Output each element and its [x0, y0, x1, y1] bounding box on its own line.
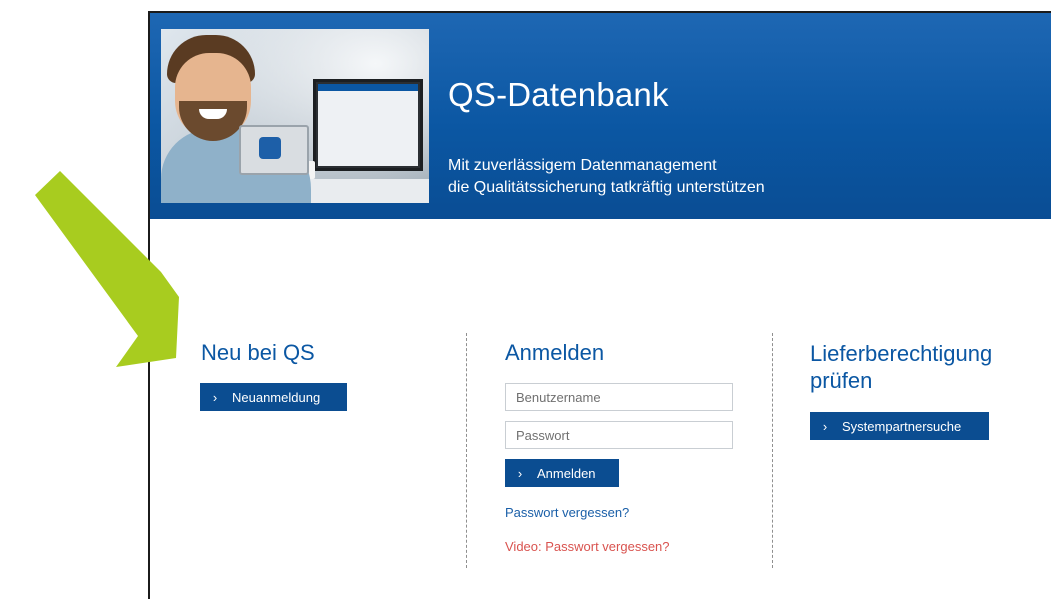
- new-registration-button-label: Neuanmeldung: [232, 389, 321, 405]
- subtitle-line-2: die Qualitätssicherung tatkräftig unters…: [448, 179, 765, 196]
- delivery-heading-line-1: Lieferberechtigung: [810, 341, 993, 366]
- qs-logo-icon: [259, 137, 281, 159]
- username-input[interactable]: [505, 383, 733, 411]
- forgot-password-link[interactable]: Passwort vergessen?: [505, 505, 629, 520]
- login-button-label: Anmelden: [537, 465, 596, 481]
- chevron-right-icon: ›: [822, 418, 828, 434]
- system-partner-search-label: Systempartnersuche: [842, 418, 962, 434]
- video-forgot-password-link[interactable]: Video: Passwort vergessen?: [505, 539, 670, 554]
- column-divider-2: [772, 333, 773, 568]
- system-partner-search-button[interactable]: › Systempartnersuche: [810, 412, 989, 440]
- chevron-right-icon: ›: [212, 389, 218, 405]
- header-photo: [161, 29, 429, 203]
- column-divider-1: [466, 333, 467, 568]
- password-input[interactable]: [505, 421, 733, 449]
- delivery-check-heading: Lieferberechtigung prüfen: [810, 340, 992, 394]
- subtitle-line-1: Mit zuverlässigem Datenmanagement: [448, 157, 717, 174]
- delivery-heading-line-2: prüfen: [810, 368, 873, 393]
- new-registration-button[interactable]: › Neuanmeldung: [200, 383, 347, 411]
- page-subtitle: Mit zuverlässigem Datenmanagement die Qu…: [448, 155, 765, 199]
- page-title: QS-Datenbank: [448, 76, 669, 113]
- chevron-right-icon: ›: [517, 465, 523, 481]
- login-heading: Anmelden: [505, 340, 605, 365]
- login-button[interactable]: › Anmelden: [505, 459, 619, 487]
- new-user-heading: Neu bei QS: [201, 340, 315, 365]
- page: QS-Datenbank Mit zuverlässigem Datenmana…: [0, 0, 1051, 599]
